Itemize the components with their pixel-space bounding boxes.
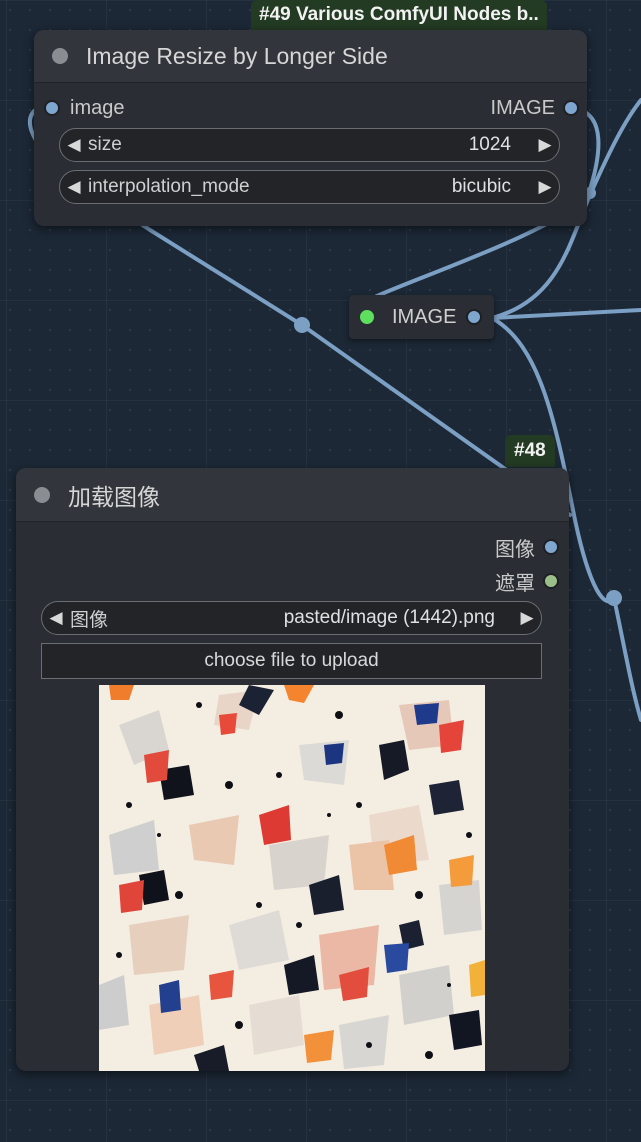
output-image-slot[interactable]: IMAGE	[491, 94, 579, 122]
node-title-bar[interactable]: Image Resize by Longer Side	[34, 30, 587, 83]
node-49-badge: #49 Various ComfyUI Nodes b..	[251, 0, 547, 30]
interpolation-mode-label: interpolation_mode	[88, 176, 250, 197]
reroute-label: IMAGE	[392, 305, 457, 328]
input-label: image	[70, 96, 125, 119]
output-mask-label: 遮罩	[495, 572, 535, 595]
output-port-icon[interactable]	[563, 100, 579, 116]
terrazzo-image	[99, 685, 485, 1071]
link-midpoint-2	[606, 590, 622, 606]
next-arrow-icon[interactable]: ▶	[513, 608, 541, 628]
image-resize-node[interactable]: Image Resize by Longer Side image IMAGE …	[34, 30, 587, 226]
node-48-badge: #48	[505, 435, 555, 467]
size-label: size	[88, 134, 122, 155]
link-midpoint-1	[294, 317, 310, 333]
output-mask-slot[interactable]: 遮罩	[495, 567, 559, 595]
image-select-widget[interactable]: ◀ 图像 pasted/image (1442).png ▶	[41, 601, 542, 635]
collapse-dot-icon[interactable]	[34, 486, 50, 503]
size-widget[interactable]: ◀ size 1024 ▶	[59, 128, 560, 162]
output-mask-port-icon[interactable]	[543, 573, 559, 589]
collapse-dot-icon[interactable]	[52, 48, 68, 64]
decrement-arrow-icon[interactable]: ◀	[60, 177, 88, 197]
output-label: IMAGE	[490, 96, 555, 119]
output-image-port-icon[interactable]	[543, 539, 559, 555]
reroute-node[interactable]: IMAGE	[349, 295, 494, 339]
output-image-slot[interactable]: 图像	[495, 533, 559, 561]
size-value[interactable]: 1024	[469, 134, 511, 156]
increment-arrow-icon[interactable]: ▶	[531, 177, 559, 197]
reroute-status-dot-icon	[360, 310, 374, 324]
node-title: Image Resize by Longer Side	[86, 42, 388, 69]
reroute-output-port-icon[interactable]	[466, 309, 483, 325]
interpolation-mode-widget[interactable]: ◀ interpolation_mode bicubic ▶	[59, 170, 560, 204]
input-image-slot[interactable]: image	[44, 94, 124, 122]
graph-canvas[interactable]: #49 Various ComfyUI Nodes b.. Image Resi…	[0, 0, 641, 1142]
previous-arrow-icon[interactable]: ◀	[42, 608, 70, 628]
increment-arrow-icon[interactable]: ▶	[531, 135, 559, 155]
load-image-node[interactable]: 加载图像 图像 遮罩 ◀ 图像 pasted/image (1442).png …	[16, 468, 569, 1071]
interpolation-mode-value[interactable]: bicubic	[452, 176, 511, 198]
input-port-icon[interactable]	[44, 100, 60, 116]
upload-button[interactable]: choose file to upload	[41, 643, 542, 679]
image-select-label: 图像	[70, 609, 109, 631]
output-image-label: 图像	[495, 538, 535, 561]
decrement-arrow-icon[interactable]: ◀	[60, 135, 88, 155]
node-title-bar[interactable]: 加载图像	[16, 468, 569, 522]
image-preview	[99, 685, 485, 1071]
image-select-value[interactable]: pasted/image (1442).png	[284, 607, 495, 629]
node-title: 加载图像	[68, 483, 160, 510]
